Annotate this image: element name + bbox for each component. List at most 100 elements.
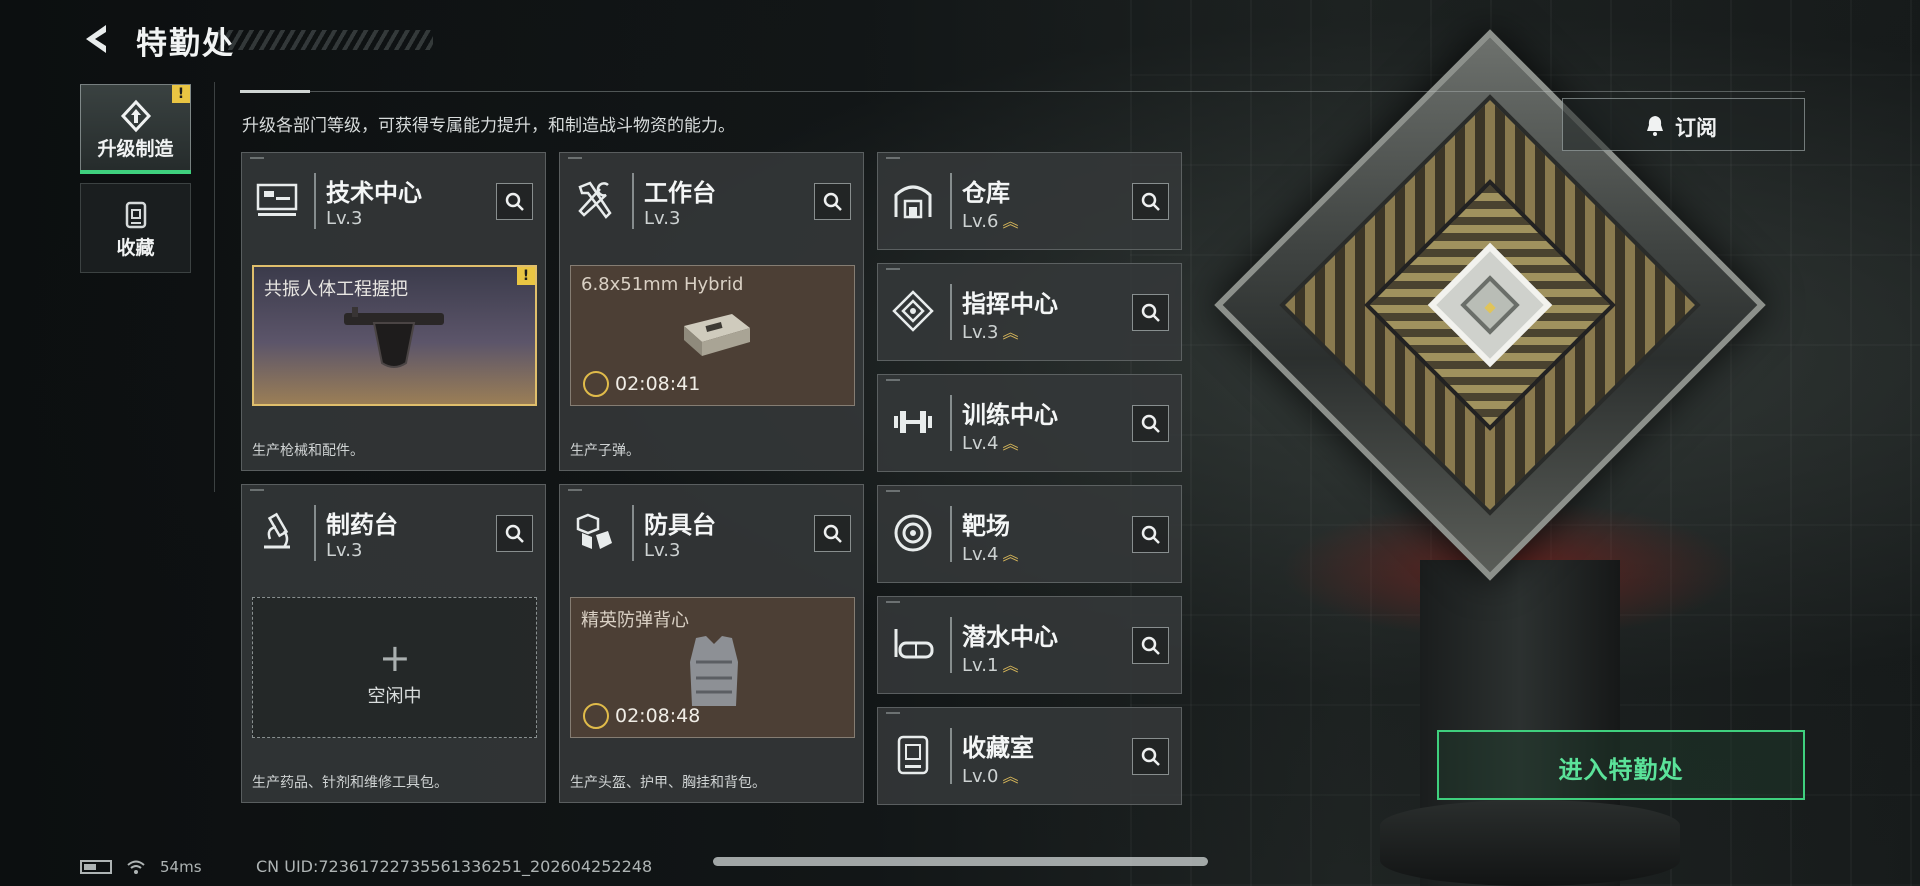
department-level: Lv.1 ︽	[962, 655, 1019, 676]
vest-image	[690, 636, 738, 706]
hammer-wrench-icon	[578, 181, 612, 219]
upgrade-craft-icon	[120, 99, 152, 133]
dumbbell-icon	[894, 411, 932, 433]
page-subtitle: 升级各部门等级，可获得专属能力提升，和制造战斗物资的能力。	[242, 116, 735, 136]
department-name: 靶场	[962, 512, 1010, 540]
department-level: Lv.4 ︽	[962, 544, 1019, 565]
search-icon	[823, 192, 842, 211]
department-name: 防具台	[644, 511, 716, 539]
department-name: 技术中心	[326, 179, 422, 207]
department-card-command[interactable]: 指挥中心 Lv.3 ︽	[877, 263, 1182, 361]
target-icon	[894, 514, 932, 552]
search-button[interactable]	[496, 183, 533, 220]
ammo-box-image	[684, 314, 750, 356]
department-card-training[interactable]: 训练中心 Lv.4 ︽	[877, 374, 1182, 472]
home-indicator[interactable]	[713, 857, 1208, 866]
production-slot[interactable]: 精英防弹背心 02:08:48	[570, 597, 855, 738]
upgrade-arrow-icon: ︽	[1002, 434, 1019, 453]
production-slot[interactable]: 共振人体工程握把 !	[252, 265, 537, 406]
department-description: 生产子弹。	[570, 443, 640, 459]
department-card-range[interactable]: 靶场 Lv.4 ︽	[877, 485, 1182, 583]
department-name: 潜水中心	[962, 623, 1058, 651]
department-level: Lv.4 ︽	[962, 433, 1019, 454]
timer-icon	[583, 703, 609, 729]
subscribe-button[interactable]: 订阅	[1562, 98, 1805, 151]
search-icon	[505, 192, 524, 211]
search-icon	[823, 524, 842, 543]
nav-collection[interactable]: 收藏	[80, 183, 191, 273]
search-button[interactable]	[496, 515, 533, 552]
wifi-icon	[127, 860, 145, 874]
department-level: Lv.3	[326, 540, 363, 561]
department-card-diving[interactable]: 潜水中心 Lv.1 ︽	[877, 596, 1182, 694]
department-level: Lv.3	[326, 208, 363, 229]
armor-blocks-icon	[576, 513, 612, 549]
search-icon	[1141, 747, 1160, 766]
nav-label: 收藏	[116, 237, 155, 259]
back-arrow-icon[interactable]	[80, 22, 114, 56]
department-name: 制药台	[326, 511, 398, 539]
search-button[interactable]	[1132, 405, 1169, 442]
search-icon	[1141, 303, 1160, 322]
search-icon	[1141, 192, 1160, 211]
microscope-icon	[264, 512, 290, 549]
department-level: Lv.3 ︽	[962, 322, 1019, 343]
search-button[interactable]	[1132, 627, 1169, 664]
slot-item-name: 共振人体工程握把	[264, 279, 408, 300]
department-description: 生产枪械和配件。	[252, 443, 364, 459]
tech-center-icon	[256, 183, 298, 216]
upgrade-arrow-icon: ︽	[1002, 545, 1019, 564]
department-card-workbench[interactable]: 工作台 Lv.3 6.8x51mm Hybrid 02:08:41 生产子弹。	[559, 152, 864, 471]
department-level: Lv.3	[644, 540, 681, 561]
search-button[interactable]	[1132, 294, 1169, 331]
department-card-tech-center[interactable]: 技术中心 Lv.3 共振人体工程握把 ! 生产枪械和配件。	[241, 152, 546, 471]
command-center-icon	[892, 290, 934, 332]
search-button[interactable]	[1132, 516, 1169, 553]
background-base	[1380, 800, 1680, 886]
upgrade-arrow-icon: ︽	[1002, 767, 1019, 786]
nav-alert-badge: !	[172, 85, 190, 103]
department-level: Lv.0 ︽	[962, 766, 1019, 787]
search-icon	[505, 524, 524, 543]
search-button[interactable]	[1132, 738, 1169, 775]
empty-production-slot[interactable]: + 空闲中	[252, 597, 537, 738]
diving-mask-icon	[894, 629, 934, 659]
page-title: 特勤处	[136, 26, 235, 62]
search-button[interactable]	[1132, 183, 1169, 220]
timer-icon	[583, 371, 609, 397]
department-level: Lv.3	[644, 208, 681, 229]
upgrade-arrow-icon: ︽	[1002, 323, 1019, 342]
department-name: 指挥中心	[962, 290, 1058, 318]
department-name: 收藏室	[962, 734, 1034, 762]
search-icon	[1141, 636, 1160, 655]
department-level: Lv.6 ︽	[962, 211, 1019, 232]
department-description: 生产头盔、护甲、胸挂和背包。	[570, 775, 766, 791]
upgrade-arrow-icon: ︽	[1002, 212, 1019, 231]
department-name: 仓库	[962, 179, 1010, 207]
nav-upgrade-craft[interactable]: ! 升级制造	[80, 84, 191, 174]
department-name: 工作台	[644, 179, 716, 207]
department-card-armor[interactable]: 防具台 Lv.3 精英防弹背心 02:08:48 生产头盔、护甲、胸挂和背包。	[559, 484, 864, 803]
department-card-collection-room[interactable]: 收藏室 Lv.0 ︽	[877, 707, 1182, 805]
title-decoration	[208, 30, 433, 50]
display-case-icon	[897, 735, 929, 775]
slot-item-name: 精英防弹背心	[581, 610, 689, 631]
department-card-storage[interactable]: 仓库 Lv.6 ︽	[877, 152, 1182, 250]
enter-special-ops-button[interactable]: 进入特勤处	[1437, 730, 1805, 800]
department-name: 训练中心	[962, 401, 1058, 429]
grip-item-image	[344, 307, 444, 368]
production-timer: 02:08:48	[583, 703, 700, 729]
production-timer: 02:08:41	[583, 371, 700, 397]
divider	[240, 91, 1805, 92]
search-button[interactable]	[814, 515, 851, 552]
side-divider	[214, 82, 215, 492]
divider-accent	[240, 90, 310, 93]
department-card-pharmacy[interactable]: 制药台 Lv.3 + 空闲中 生产药品、针剂和维修工具包。	[241, 484, 546, 803]
search-button[interactable]	[814, 183, 851, 220]
enter-label: 进入特勤处	[1558, 756, 1684, 784]
search-icon	[1141, 525, 1160, 544]
slot-item-name: 6.8x51mm Hybrid	[581, 274, 744, 295]
add-icon: +	[379, 636, 411, 680]
production-slot[interactable]: 6.8x51mm Hybrid 02:08:41	[570, 265, 855, 406]
nav-label: 升级制造	[97, 138, 174, 160]
